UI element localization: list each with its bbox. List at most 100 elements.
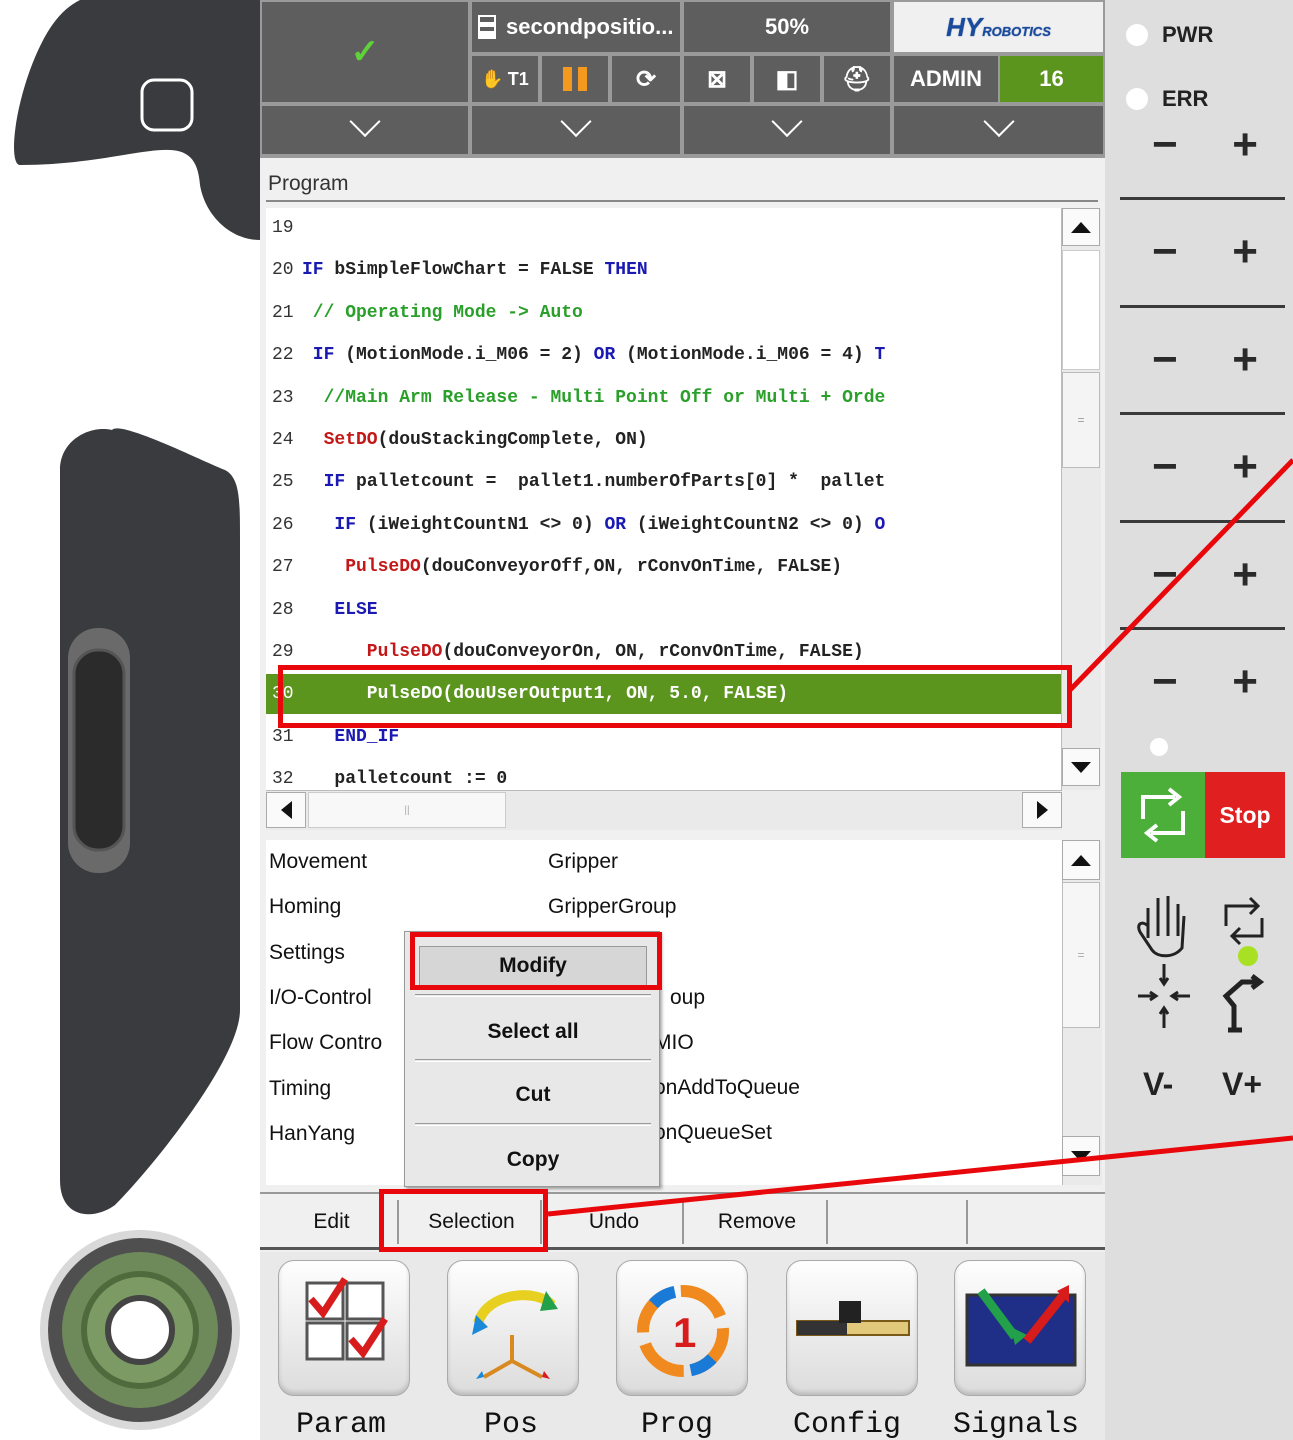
code-line[interactable]: 27 PulseDO(douConveyorOff,ON, rConvOnTim… (266, 547, 1061, 587)
plus-icon[interactable]: + (1232, 123, 1258, 167)
program-name-cell[interactable]: secondpositio... (472, 2, 680, 52)
mode-label: T1 (507, 68, 529, 89)
plus-icon[interactable]: + (1232, 230, 1258, 274)
pause-cell[interactable] (542, 56, 608, 102)
start-button[interactable] (1121, 772, 1205, 858)
hand-icon[interactable] (1137, 896, 1186, 958)
code-token: IF (302, 260, 324, 281)
command-item[interactable]: GripperGroup (548, 895, 676, 919)
command-category[interactable]: Settings (269, 941, 345, 965)
code-line[interactable]: 19 (266, 208, 1061, 248)
config-button[interactable] (786, 1260, 918, 1396)
code-token: PulseDO (302, 642, 443, 662)
code-line[interactable]: 28 ELSE (266, 590, 1061, 630)
program-dropdown[interactable] (472, 105, 680, 154)
command-category[interactable]: Flow Contro (269, 1031, 382, 1055)
select-all-menu-item[interactable]: Select all (419, 1012, 647, 1052)
code-line[interactable]: 21 // Operating Mode -> Auto (266, 293, 1061, 333)
command-item[interactable]: onAddToQueue (654, 1076, 800, 1100)
override-dropdown[interactable] (684, 105, 890, 154)
code-line[interactable]: 24 SetDO(douStackingComplete, ON) (266, 420, 1061, 460)
signals-icon (965, 1285, 1077, 1367)
annotation-selection (379, 1189, 548, 1252)
coordinate-cell[interactable]: ◧ (754, 56, 820, 102)
param-button[interactable] (278, 1260, 410, 1396)
run-mode-cell[interactable]: ⟳ (612, 56, 680, 102)
override-cell[interactable]: 50% (684, 2, 890, 52)
command-item[interactable]: oup (670, 986, 705, 1010)
cut-menu-item[interactable]: Cut (419, 1075, 647, 1115)
command-category[interactable]: Movement (269, 850, 367, 874)
command-category[interactable]: I/O-Control (269, 986, 372, 1010)
command-list[interactable]: Movement Homing Settings I/O-Control Flow Co… (266, 840, 1062, 1185)
code-line[interactable]: 22 IF (MotionMode.i_M06 = 2) OR (MotionM… (266, 335, 1061, 375)
tool-cell[interactable]: ⛑ (824, 56, 890, 102)
copy-menu-item[interactable]: Copy (419, 1140, 647, 1180)
scroll-right-button[interactable] (1022, 792, 1062, 828)
code-line[interactable]: 20 IF bSimpleFlowChart = FALSE THEN (266, 250, 1061, 290)
command-scroll-up[interactable] (1062, 840, 1100, 880)
velocity-minus[interactable]: V- (1143, 1066, 1173, 1103)
cycle-mode-icon[interactable] (1224, 896, 1264, 946)
title-underline (266, 200, 1098, 202)
jog-axis-3[interactable]: − + (1140, 330, 1270, 390)
plus-icon[interactable]: + (1232, 660, 1258, 704)
command-scroll-thumb[interactable]: = (1062, 882, 1100, 1028)
stop-button[interactable]: Stop (1205, 772, 1285, 858)
tab-empty-1 (832, 1200, 968, 1244)
scroll-thumb[interactable] (1062, 250, 1100, 370)
mode-cell[interactable]: ✋ T1 (472, 56, 538, 102)
plus-icon[interactable]: + (1232, 445, 1258, 489)
code-line[interactable]: 26 IF (iWeightCountN1 <> 0) OR (iWeightC… (266, 505, 1061, 545)
user-level-cell[interactable]: 16 (1000, 56, 1103, 102)
scroll-thumb-grip[interactable]: = (1062, 372, 1100, 468)
user-dropdown[interactable] (894, 105, 1103, 154)
command-category[interactable]: HanYang (269, 1122, 355, 1146)
minus-icon[interactable]: − (1152, 445, 1178, 489)
tab-undo[interactable]: Undo (546, 1200, 684, 1244)
arrow-down-icon (1071, 761, 1091, 773)
command-category[interactable]: Homing (269, 895, 341, 919)
tab-remove[interactable]: Remove (688, 1200, 828, 1244)
enable-switch[interactable] (72, 648, 126, 852)
plus-icon[interactable]: + (1232, 338, 1258, 382)
divider (1120, 627, 1285, 630)
jog-axis-4[interactable]: − + (1140, 437, 1270, 497)
jog-axis-2[interactable]: − + (1140, 222, 1270, 282)
user-cell[interactable]: ADMIN (894, 56, 998, 102)
status-ok-dropdown[interactable] (262, 105, 468, 154)
command-item[interactable]: onQueueSet (654, 1121, 772, 1145)
status-ok-cell[interactable]: ✓ (262, 2, 468, 102)
command-item[interactable]: Gripper (548, 850, 618, 874)
drives-off-cell[interactable]: ⊠ (684, 56, 750, 102)
jog-axis-6[interactable]: − + (1140, 652, 1270, 712)
pos-button[interactable] (447, 1260, 579, 1396)
command-category[interactable]: Timing (269, 1077, 331, 1101)
jog-axis-1[interactable]: − + (1140, 115, 1270, 175)
checklist-icon (305, 1277, 388, 1361)
velocity-plus[interactable]: V+ (1222, 1066, 1262, 1103)
prog-button[interactable]: 1 (616, 1260, 748, 1396)
command-scroll-down[interactable] (1062, 1136, 1100, 1176)
code-line[interactable]: 23 //Main Arm Release - Multi Point Off … (266, 378, 1061, 418)
menu-separator (415, 1123, 651, 1126)
center-icon[interactable] (1138, 964, 1190, 1028)
plus-icon[interactable]: + (1232, 553, 1258, 597)
code-line[interactable]: 32 palletcount := 0 (266, 759, 1061, 790)
scroll-left-button[interactable] (266, 792, 306, 828)
minus-icon[interactable]: − (1152, 553, 1178, 597)
signals-button[interactable] (954, 1260, 1086, 1396)
scroll-up-button[interactable] (1062, 208, 1100, 246)
horizontal-scroll-thumb[interactable]: || (308, 792, 506, 828)
minus-icon[interactable]: − (1152, 338, 1178, 382)
scroll-down-button[interactable] (1062, 748, 1100, 786)
code-line[interactable]: 25 IF palletcount = pallet1.numberOfPart… (266, 462, 1061, 502)
code-token: (douConveyorOn, ON, rConvOnTime, FALSE) (442, 642, 864, 662)
jog-axis-5[interactable]: − + (1140, 545, 1270, 605)
emergency-stop-knob[interactable] (105, 1295, 175, 1365)
minus-icon[interactable]: − (1152, 123, 1178, 167)
robot-icon[interactable] (1222, 974, 1265, 1033)
minus-icon[interactable]: − (1152, 660, 1178, 704)
minus-icon[interactable]: − (1152, 230, 1178, 274)
divider (1120, 412, 1285, 415)
